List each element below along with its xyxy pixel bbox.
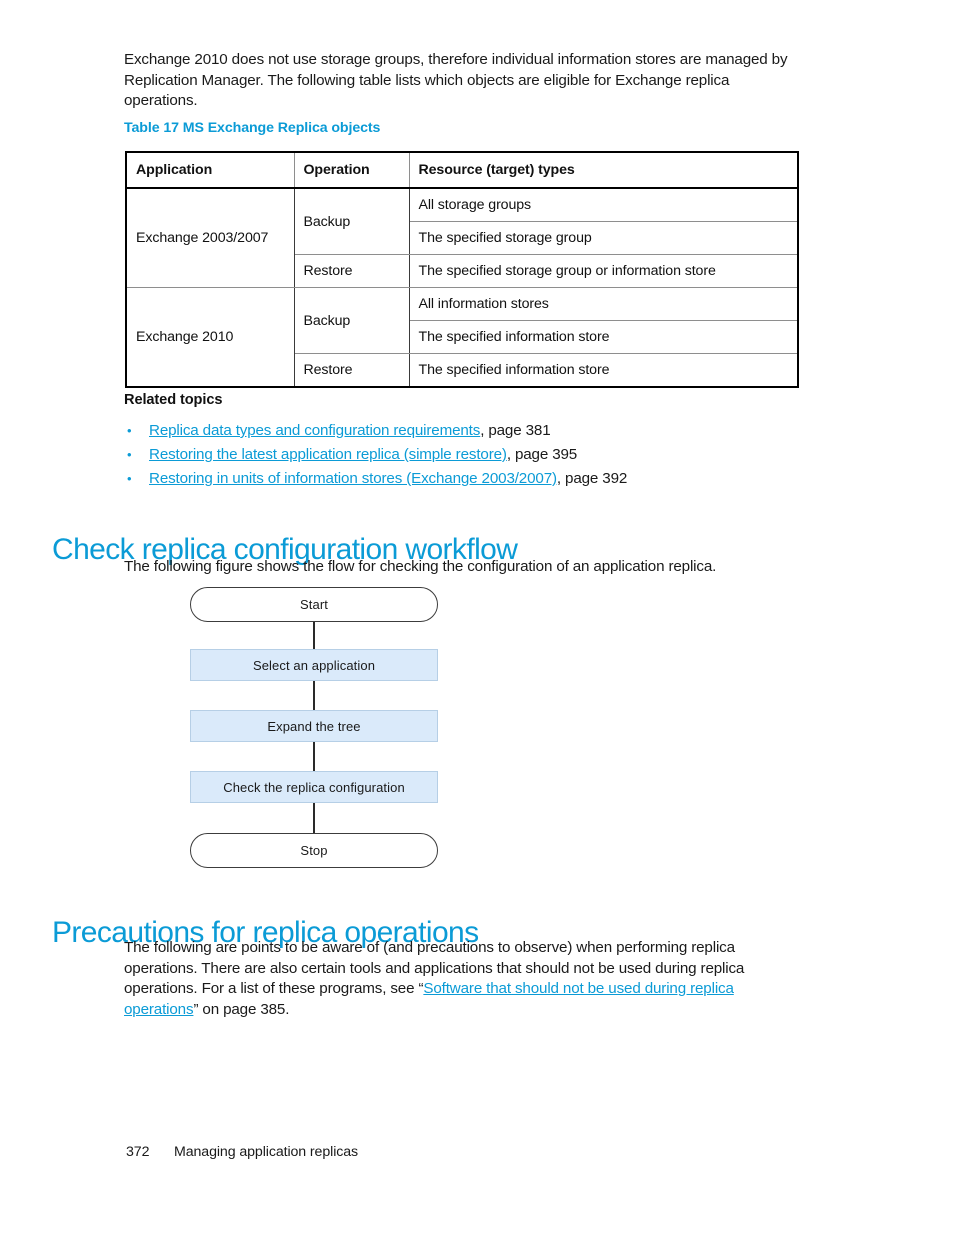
flow-connector xyxy=(313,622,315,649)
cell-operation: Backup xyxy=(293,187,410,255)
related-topics-heading: Related topics xyxy=(124,392,223,408)
ms-exchange-replica-objects-table: Application Operation Resource (target) … xyxy=(125,151,799,388)
cell-operation: Backup xyxy=(293,287,410,354)
table-header-application: Application xyxy=(126,152,295,189)
related-topic-link[interactable]: Restoring in units of information stores… xyxy=(149,470,557,487)
table-header-operation: Operation xyxy=(293,152,410,189)
related-topic-link[interactable]: Replica data types and configuration req… xyxy=(149,422,480,439)
flow-connector xyxy=(313,803,315,833)
bullet-icon: • xyxy=(127,423,132,438)
cell-resource: The specified storage group or informati… xyxy=(408,254,798,288)
cell-resource: The specified information store xyxy=(408,353,798,387)
list-item: • Restoring in units of information store… xyxy=(124,467,784,491)
related-topic-page: , page 392 xyxy=(556,470,628,487)
cell-resource: The specified storage group xyxy=(408,221,798,255)
flow-node-start: Start xyxy=(190,587,438,622)
footer-page-number: 372 xyxy=(126,1144,150,1160)
related-topic-link[interactable]: Restoring the latest application replica… xyxy=(149,446,507,463)
list-item: • Replica data types and configuration re… xyxy=(124,419,784,443)
check-replica-configuration-flowchart: Start Select an application Expand the t… xyxy=(190,587,440,869)
precautions-text-part-2: ” on page 385. xyxy=(193,1000,290,1018)
table-header-resource: Resource (target) types xyxy=(408,152,798,189)
flow-node-select-an-application: Select an application xyxy=(190,649,438,681)
flow-connector xyxy=(313,681,315,710)
bullet-icon: • xyxy=(127,447,132,462)
table-header-row: Application Operation Resource (target) … xyxy=(126,152,798,189)
figure-intro-paragraph: The following figure shows the flow for … xyxy=(124,558,717,575)
related-topics-list: • Replica data types and configuration re… xyxy=(124,419,784,491)
related-topic-page: , page 381 xyxy=(480,422,551,439)
table-row: Exchange 2010 Backup All information sto… xyxy=(126,287,798,388)
table-row: Exchange 2003/2007 Backup All storage gr… xyxy=(126,187,798,288)
page-footer: 372 Managing application replicas xyxy=(126,1144,358,1160)
list-item: • Restoring the latest application replic… xyxy=(124,443,784,467)
precautions-paragraph: The following are points to be aware of … xyxy=(124,938,796,1020)
cell-operation: Restore xyxy=(293,353,410,387)
bullet-icon: • xyxy=(127,471,132,486)
cell-application: Exchange 2010 xyxy=(126,287,295,388)
cell-application: Exchange 2003/2007 xyxy=(126,187,295,288)
cell-resource: All storage groups xyxy=(408,187,798,222)
document-page: Exchange 2010 does not use storage group… xyxy=(0,0,954,1235)
intro-paragraph: Exchange 2010 does not use storage group… xyxy=(124,51,788,109)
table-caption: Table 17 MS Exchange Replica objects xyxy=(124,120,381,136)
cell-resource: The specified information store xyxy=(408,320,798,354)
flow-connector xyxy=(313,742,315,771)
footer-section-title: Managing application replicas xyxy=(174,1144,359,1160)
related-topic-page: , page 395 xyxy=(506,446,578,463)
flow-node-stop: Stop xyxy=(190,833,438,868)
flow-node-expand-the-tree: Expand the tree xyxy=(190,710,438,742)
cell-resource: All information stores xyxy=(408,287,798,321)
flow-node-check-the-replica-configuration: Check the replica configuration xyxy=(190,771,438,803)
cell-operation: Restore xyxy=(293,254,410,288)
